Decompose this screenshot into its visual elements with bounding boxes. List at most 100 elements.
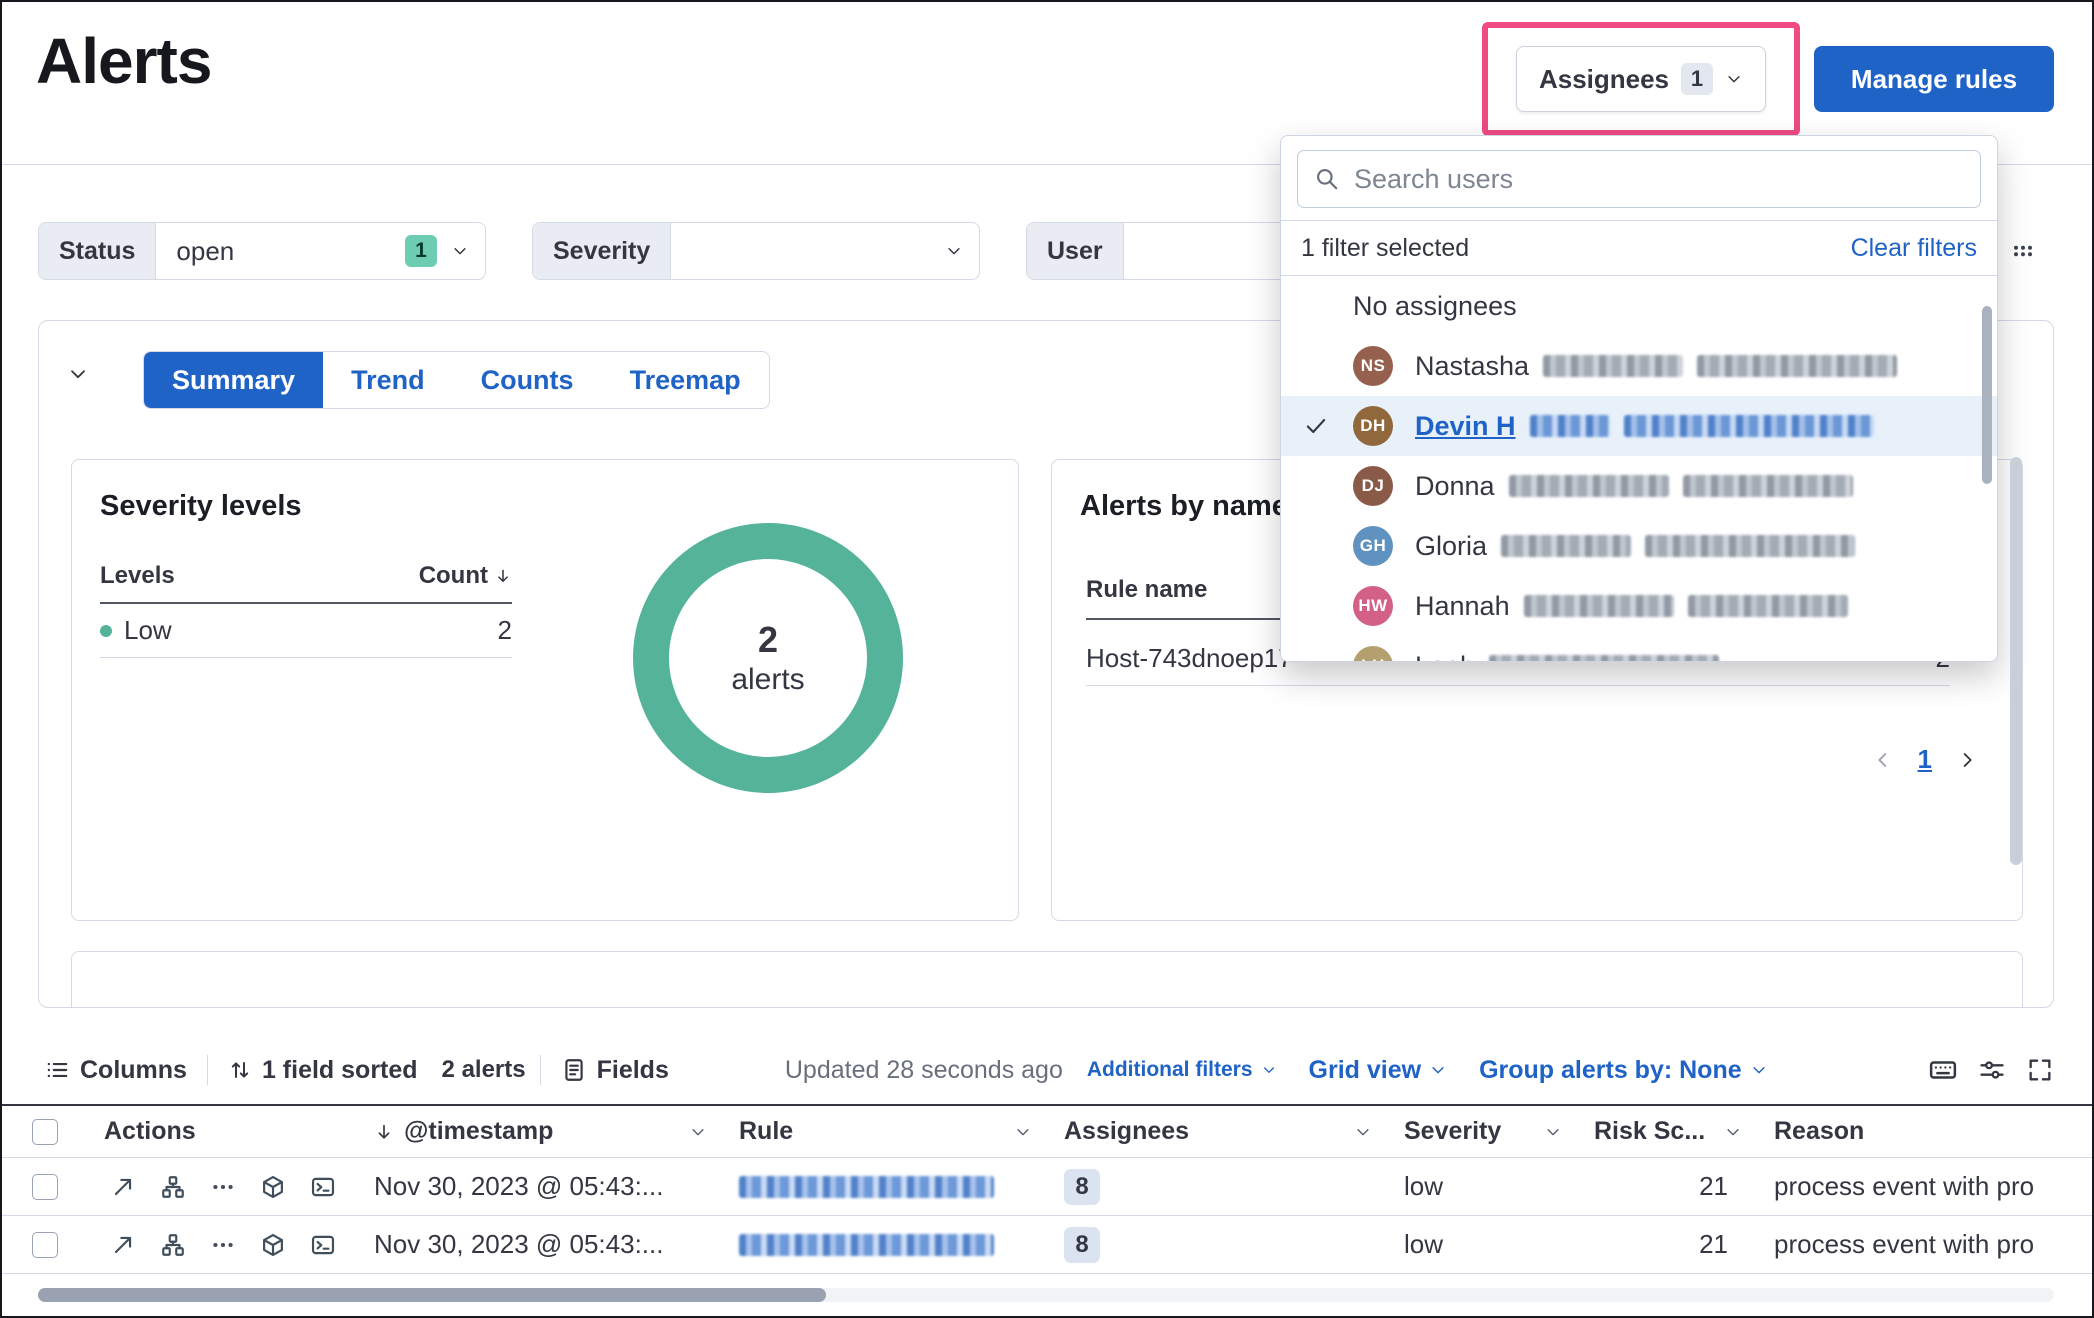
columns-button[interactable]: Columns bbox=[38, 1056, 193, 1085]
manage-rules-button[interactable]: Manage rules bbox=[1814, 46, 2054, 112]
alert-row: Nov 30, 2023 @ 05:43:...8low21process ev… bbox=[2, 1158, 2094, 1216]
more-filters-button[interactable] bbox=[1996, 228, 2050, 274]
column-menu-chevron-icon[interactable] bbox=[1014, 1123, 1032, 1141]
analyzer-icon[interactable] bbox=[260, 1232, 286, 1258]
option-name: Leah bbox=[1415, 651, 1475, 663]
assignee-options-list: No assigneesNSNastashaDHDevin HDJDonnaGH… bbox=[1281, 276, 1997, 662]
grid-view-label: Grid view bbox=[1309, 1056, 1422, 1085]
column-header-timestamp[interactable]: @timestamp bbox=[358, 1117, 723, 1146]
assignees-filter-button[interactable]: Assignees 1 bbox=[1516, 46, 1766, 112]
option-user-gloria[interactable]: GHGloria bbox=[1281, 516, 1997, 576]
row-checkbox-cell bbox=[2, 1232, 88, 1258]
avatar: HW bbox=[1353, 586, 1393, 626]
redacted-text bbox=[1624, 415, 1874, 437]
filters-selected-label: 1 filter selected bbox=[1301, 234, 1469, 263]
keyboard-shortcuts-button[interactable] bbox=[1928, 1055, 1958, 1085]
more-actions-icon[interactable] bbox=[210, 1232, 236, 1258]
assignees-count-badge[interactable]: 8 bbox=[1064, 1227, 1100, 1263]
annotation-highlight-box: Assignees 1 bbox=[1482, 22, 1800, 136]
page-scrollbar-thumb[interactable] bbox=[2010, 457, 2022, 865]
filter-count-badge: 1 bbox=[405, 235, 437, 267]
severity-table: LevelsCountLow2 bbox=[100, 562, 512, 658]
reason-cell[interactable]: process event with pro bbox=[1758, 1229, 2094, 1260]
rule-cell[interactable] bbox=[723, 1234, 1048, 1256]
option-name: Donna bbox=[1415, 471, 1495, 502]
pagination-prev-icon[interactable] bbox=[1872, 749, 1894, 771]
display-options-button[interactable] bbox=[1978, 1056, 2006, 1084]
redacted-text bbox=[1530, 415, 1610, 437]
toolbar-divider bbox=[540, 1055, 541, 1085]
row-checkbox[interactable] bbox=[32, 1232, 58, 1258]
assignees-popover: 1 filter selected Clear filters No assig… bbox=[1280, 135, 1998, 662]
column-menu-chevron-icon[interactable] bbox=[1544, 1123, 1562, 1141]
tab-trend[interactable]: Trend bbox=[323, 352, 453, 408]
additional-filters-label: Additional filters bbox=[1087, 1058, 1253, 1082]
option-user-nastasha[interactable]: NSNastasha bbox=[1281, 336, 1997, 396]
severity-col-count[interactable]: Count bbox=[419, 562, 512, 590]
collapse-panel-button[interactable] bbox=[67, 363, 89, 388]
tab-counts[interactable]: Counts bbox=[453, 352, 602, 408]
fullscreen-button[interactable] bbox=[2026, 1056, 2054, 1084]
popover-scrollbar-thumb[interactable] bbox=[1982, 306, 1992, 484]
chevron-down-icon bbox=[1429, 1061, 1447, 1079]
sorted-fields-button[interactable]: 1 field sorted bbox=[222, 1056, 424, 1085]
assignees-count-badge[interactable]: 8 bbox=[1064, 1169, 1100, 1205]
check-icon bbox=[1303, 413, 1353, 439]
column-header-label: Severity bbox=[1404, 1117, 1501, 1146]
fields-button[interactable]: Fields bbox=[555, 1056, 675, 1085]
column-menu-chevron-icon[interactable] bbox=[1724, 1123, 1742, 1141]
column-header-rule[interactable]: Rule bbox=[723, 1117, 1048, 1146]
filter-status[interactable]: Statusopen1 bbox=[38, 222, 486, 280]
severity-levels-card: Severity levels LevelsCountLow2 2 alerts bbox=[71, 459, 1019, 921]
option-user-hannah[interactable]: HWHannah bbox=[1281, 576, 1997, 636]
column-header-risk[interactable]: Risk Sc... bbox=[1578, 1117, 1758, 1146]
user-search-input[interactable] bbox=[1354, 164, 1964, 195]
tab-treemap[interactable]: Treemap bbox=[602, 352, 769, 408]
column-menu-chevron-icon[interactable] bbox=[689, 1123, 707, 1141]
grid-view-button[interactable]: Grid view bbox=[1309, 1056, 1448, 1085]
option-name: Nastasha bbox=[1415, 351, 1529, 382]
row-actions bbox=[88, 1232, 358, 1258]
analyze-event-icon[interactable] bbox=[160, 1174, 186, 1200]
session-view-icon[interactable] bbox=[310, 1174, 336, 1200]
expand-alert-icon[interactable] bbox=[110, 1174, 136, 1200]
rule-cell[interactable] bbox=[723, 1176, 1048, 1198]
redacted-rule-name bbox=[739, 1234, 994, 1256]
more-actions-icon[interactable] bbox=[210, 1174, 236, 1200]
clear-filters-link[interactable]: Clear filters bbox=[1851, 234, 1977, 263]
pagination-page-1[interactable]: 1 bbox=[1918, 744, 1932, 775]
analyzer-icon[interactable] bbox=[260, 1174, 286, 1200]
additional-filters-button[interactable]: Additional filters bbox=[1087, 1058, 1277, 1082]
session-view-icon[interactable] bbox=[310, 1232, 336, 1258]
sort-desc-icon bbox=[374, 1122, 394, 1142]
columns-icon bbox=[44, 1057, 70, 1083]
expand-alert-icon[interactable] bbox=[110, 1232, 136, 1258]
toolbar-divider bbox=[207, 1055, 208, 1085]
column-menu-chevron-icon[interactable] bbox=[1354, 1123, 1372, 1141]
row-checkbox[interactable] bbox=[32, 1174, 58, 1200]
reason-cell[interactable]: process event with pro bbox=[1758, 1171, 2094, 1202]
analyze-event-icon[interactable] bbox=[160, 1232, 186, 1258]
option-name: Devin H bbox=[1415, 411, 1516, 442]
severity-cell: low bbox=[1388, 1229, 1578, 1260]
rule-card-title: Alerts by name bbox=[1080, 490, 1288, 523]
check-icon bbox=[1303, 413, 1329, 439]
column-header-severity[interactable]: Severity bbox=[1388, 1117, 1578, 1146]
redacted-text bbox=[1489, 655, 1719, 662]
select-all-checkbox[interactable] bbox=[32, 1119, 58, 1145]
pagination-next-icon[interactable] bbox=[1956, 749, 1978, 771]
user-search-box[interactable] bbox=[1297, 150, 1981, 208]
horizontal-scrollbar[interactable] bbox=[38, 1288, 2054, 1302]
option-user-donna[interactable]: DJDonna bbox=[1281, 456, 1997, 516]
alerts-table-header: Actions@timestampRuleAssigneesSeverityRi… bbox=[2, 1104, 2094, 1158]
column-header-assignees[interactable]: Assignees bbox=[1048, 1117, 1388, 1146]
tab-summary[interactable]: Summary bbox=[144, 352, 323, 408]
severity-count-value: 2 bbox=[498, 615, 512, 646]
alerts-donut-chart: 2 alerts bbox=[628, 518, 908, 798]
group-alerts-button[interactable]: Group alerts by: None bbox=[1479, 1056, 1768, 1085]
filter-severity[interactable]: Severity bbox=[532, 222, 980, 280]
horizontal-scrollbar-thumb[interactable] bbox=[38, 1288, 826, 1302]
option-user-devin[interactable]: DHDevin H bbox=[1281, 396, 1997, 456]
option-no-assignees[interactable]: No assignees bbox=[1281, 276, 1997, 336]
option-user-leah[interactable]: LHLeah bbox=[1281, 636, 1997, 662]
